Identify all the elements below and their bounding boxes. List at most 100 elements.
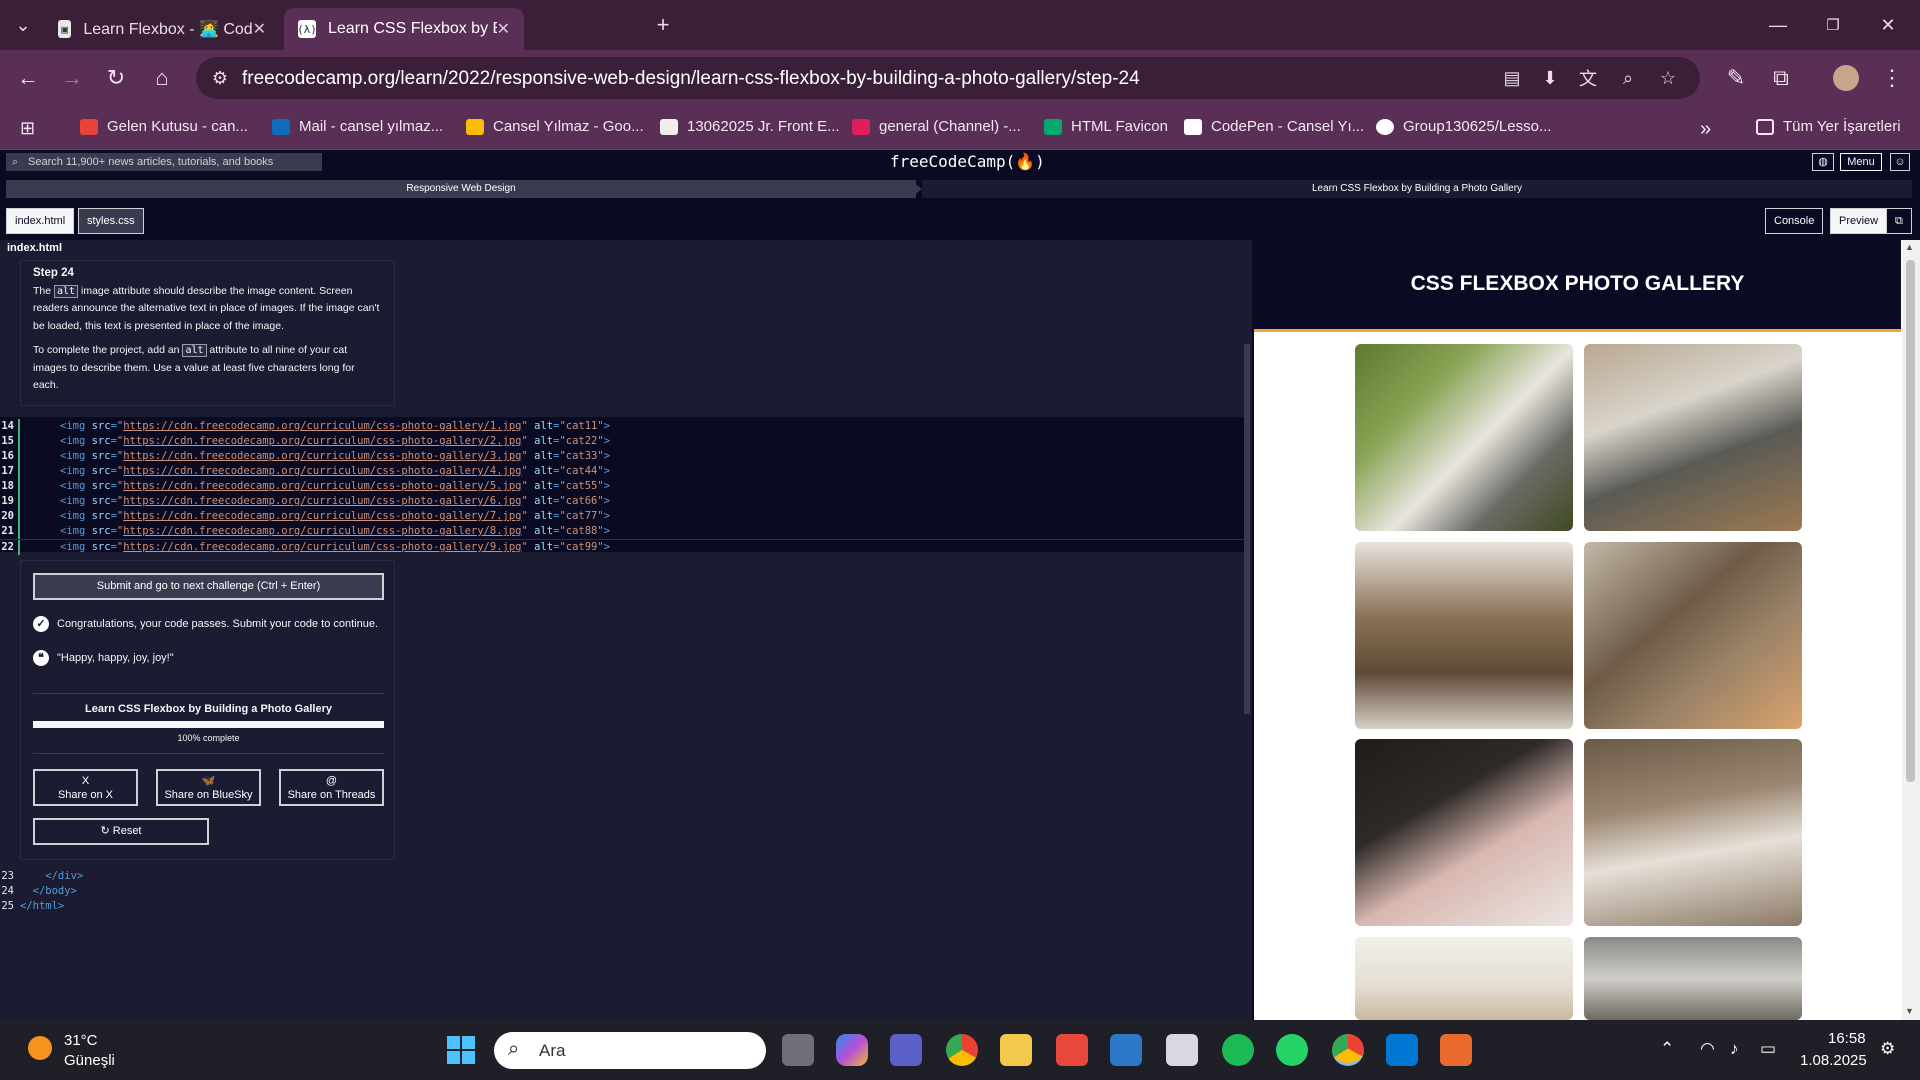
chrome-icon[interactable] [946,1034,978,1066]
install-app-icon[interactable]: ⬇ [1538,66,1562,90]
code-text[interactable]: </body> [20,884,77,899]
copilot-icon[interactable] [836,1034,868,1066]
site-info-icon[interactable]: ⚙ [208,66,232,90]
eyedropper-icon[interactable]: ✎ [1720,62,1752,94]
code-line[interactable]: 16 <img src="https://cdn.freecodecamp.org… [0,449,1250,464]
editor-scrollbar[interactable] [1244,254,1250,954]
console-button[interactable]: Console [1765,208,1824,234]
all-bookmarks-folder[interactable]: Tüm Yer İşaretleri [1756,118,1901,135]
code-line[interactable]: 17 <img src="https://cdn.freecodecamp.org… [0,464,1250,479]
user-avatar-icon[interactable]: ☺ [1890,153,1910,171]
chrome-profile-icon[interactable] [1332,1034,1364,1066]
bookmark-drive[interactable]: Cansel Yılmaz - Goo... [466,118,644,135]
code-text[interactable]: </div> [20,869,83,884]
translate-icon[interactable]: 文 [1576,66,1600,90]
code-line[interactable]: 25 </html> [0,899,400,914]
bookmark-slack[interactable]: general (Channel) -... [852,118,1021,135]
home-icon[interactable]: ⌂ [146,62,178,94]
file-explorer-icon[interactable] [1000,1034,1032,1066]
notification-icon[interactable]: ⚙ [1880,1039,1895,1059]
taskbar-search[interactable]: ⌕ Ara [494,1032,766,1069]
notes-icon[interactable] [1110,1034,1142,1066]
code-line[interactable]: 24 </body> [0,884,400,899]
scroll-down-icon[interactable]: ▼ [1905,1006,1914,1016]
whatsapp-icon[interactable] [1276,1034,1308,1066]
tab-styles-css[interactable]: styles.css [78,208,144,234]
new-tab-icon[interactable]: + [648,10,678,40]
dev-tool-icon[interactable] [1056,1034,1088,1066]
forward-icon[interactable]: → [56,62,88,94]
code-tail[interactable]: 23 </div> 24 </body> 25 </html> [0,869,400,914]
code-text[interactable]: <img src="https://cdn.freecodecamp.org/c… [60,434,610,449]
share-on-bluesky-button[interactable]: 🦋 Share on BlueSky [156,769,261,806]
submit-button[interactable]: Submit and go to next challenge (Ctrl + … [33,573,384,600]
code-text[interactable]: <img src="https://cdn.freecodecamp.org/c… [60,464,610,479]
clock-time[interactable]: 16:58 [1828,1030,1866,1047]
code-line[interactable]: 18 <img src="https://cdn.freecodecamp.org… [0,479,1250,494]
weather-temp[interactable]: 31°C [64,1032,98,1049]
code-line[interactable]: 23 </div> [0,869,400,884]
extensions-icon[interactable]: ⧉ [1765,62,1797,94]
language-globe-icon[interactable]: ◍ [1812,153,1834,171]
tab-freecodecamp[interactable]: (λ) Learn CSS Flexbox by Building a ✕ [284,8,524,50]
teams-icon[interactable] [890,1034,922,1066]
close-window-icon[interactable]: ✕ [1873,10,1903,40]
code-text[interactable]: <img src="https://cdn.freecodecamp.org/c… [60,509,610,524]
bookmark-star-icon[interactable]: ☆ [1656,66,1680,90]
share-on-threads-button[interactable]: @ Share on Threads [279,769,384,806]
tray-chevron-icon[interactable]: ⌃ [1660,1039,1674,1059]
browser-menu-icon[interactable]: ⋮ [1876,62,1908,94]
avatar[interactable] [1830,62,1862,94]
weather-condition[interactable]: Güneşli [64,1052,115,1069]
clock-date[interactable]: 1.08.2025 [1800,1052,1867,1069]
back-icon[interactable]: ← [12,62,44,94]
popout-preview-icon[interactable]: ⧉ [1886,208,1912,234]
url-text[interactable]: freecodecamp.org/learn/2022/responsive-w… [242,68,1140,90]
breadcrumb-superblock[interactable]: Responsive Web Design [6,180,916,198]
code-text[interactable]: <img src="https://cdn.freecodecamp.org/c… [60,540,610,555]
minimize-icon[interactable]: — [1763,10,1793,40]
code-editor[interactable]: index.html Step 24 The alt image attribu… [0,240,1252,1020]
wifi-icon[interactable]: ◠ [1700,1039,1715,1059]
battery-icon[interactable]: ▭ [1760,1039,1776,1059]
breadcrumb-block[interactable]: Learn CSS Flexbox by Building a Photo Ga… [922,180,1912,198]
tab-index-html[interactable]: index.html [6,208,75,234]
scroll-up-icon[interactable]: ▲ [1905,242,1914,252]
reload-icon[interactable]: ↻ [100,62,132,94]
scrollbar-thumb[interactable] [1906,260,1915,782]
code-text[interactable]: <img src="https://cdn.freecodecamp.org/c… [60,419,610,434]
search-input[interactable]: ⌕ Search 11,900+ news articles, tutorials… [6,153,322,171]
clipboard-icon[interactable]: ▤ [1500,66,1524,90]
code-text[interactable]: <img src="https://cdn.freecodecamp.org/c… [60,479,610,494]
spotify-icon[interactable] [1222,1034,1254,1066]
snipping-tool-icon[interactable] [1166,1034,1198,1066]
code-line[interactable]: 14 <img src="https://cdn.freecodecamp.org… [0,419,1250,434]
editable-code-region[interactable]: 14 <img src="https://cdn.freecodecamp.org… [0,417,1250,555]
task-view-icon[interactable] [782,1034,814,1066]
tab-close-icon[interactable]: ✕ [497,19,510,39]
code-line[interactable]: 21 <img src="https://cdn.freecodecamp.org… [0,524,1250,539]
volume-icon[interactable]: ♪ [1730,1039,1739,1059]
reset-button[interactable]: ↻ Reset [33,818,209,845]
preview-button[interactable]: Preview [1830,208,1888,234]
code-text[interactable]: <img src="https://cdn.freecodecamp.org/c… [60,494,610,509]
address-bar[interactable]: ⚙ freecodecamp.org/learn/2022/responsive… [196,57,1700,99]
tab-list-dropdown-icon[interactable]: ⌄ [8,10,38,40]
media-player-icon[interactable] [1440,1034,1472,1066]
code-line[interactable]: 19 <img src="https://cdn.freecodecamp.org… [0,494,1250,509]
scrollbar-thumb[interactable] [1244,344,1250,714]
vscode-icon[interactable] [1386,1034,1418,1066]
bookmark-codepen[interactable]: CodePen - Cansel Yı... [1184,118,1364,135]
code-text[interactable]: <img src="https://cdn.freecodecamp.org/c… [60,524,610,539]
tab-learn-flexbox[interactable]: ▣ Learn Flexbox - 👩‍💻 Coding Prac ✕ [44,8,280,50]
sun-icon[interactable] [28,1036,52,1060]
preview-scrollbar[interactable]: ▲ ▼ [1902,240,1920,1020]
zoom-icon[interactable]: ⌕ [1616,66,1640,90]
start-icon[interactable] [447,1036,475,1064]
fcc-logo[interactable]: freeCodeCamp(🔥) [890,152,1045,171]
menu-button[interactable]: Menu [1840,153,1882,171]
code-line[interactable]: 15 <img src="https://cdn.freecodecamp.org… [0,434,1250,449]
bookmark-gmail[interactable]: Gelen Kutusu - can... [80,118,248,135]
preview-pane[interactable]: CSS FLEXBOX PHOTO GALLERY ▲ ▼ [1254,240,1920,1020]
tab-close-icon[interactable]: ✕ [253,19,266,39]
